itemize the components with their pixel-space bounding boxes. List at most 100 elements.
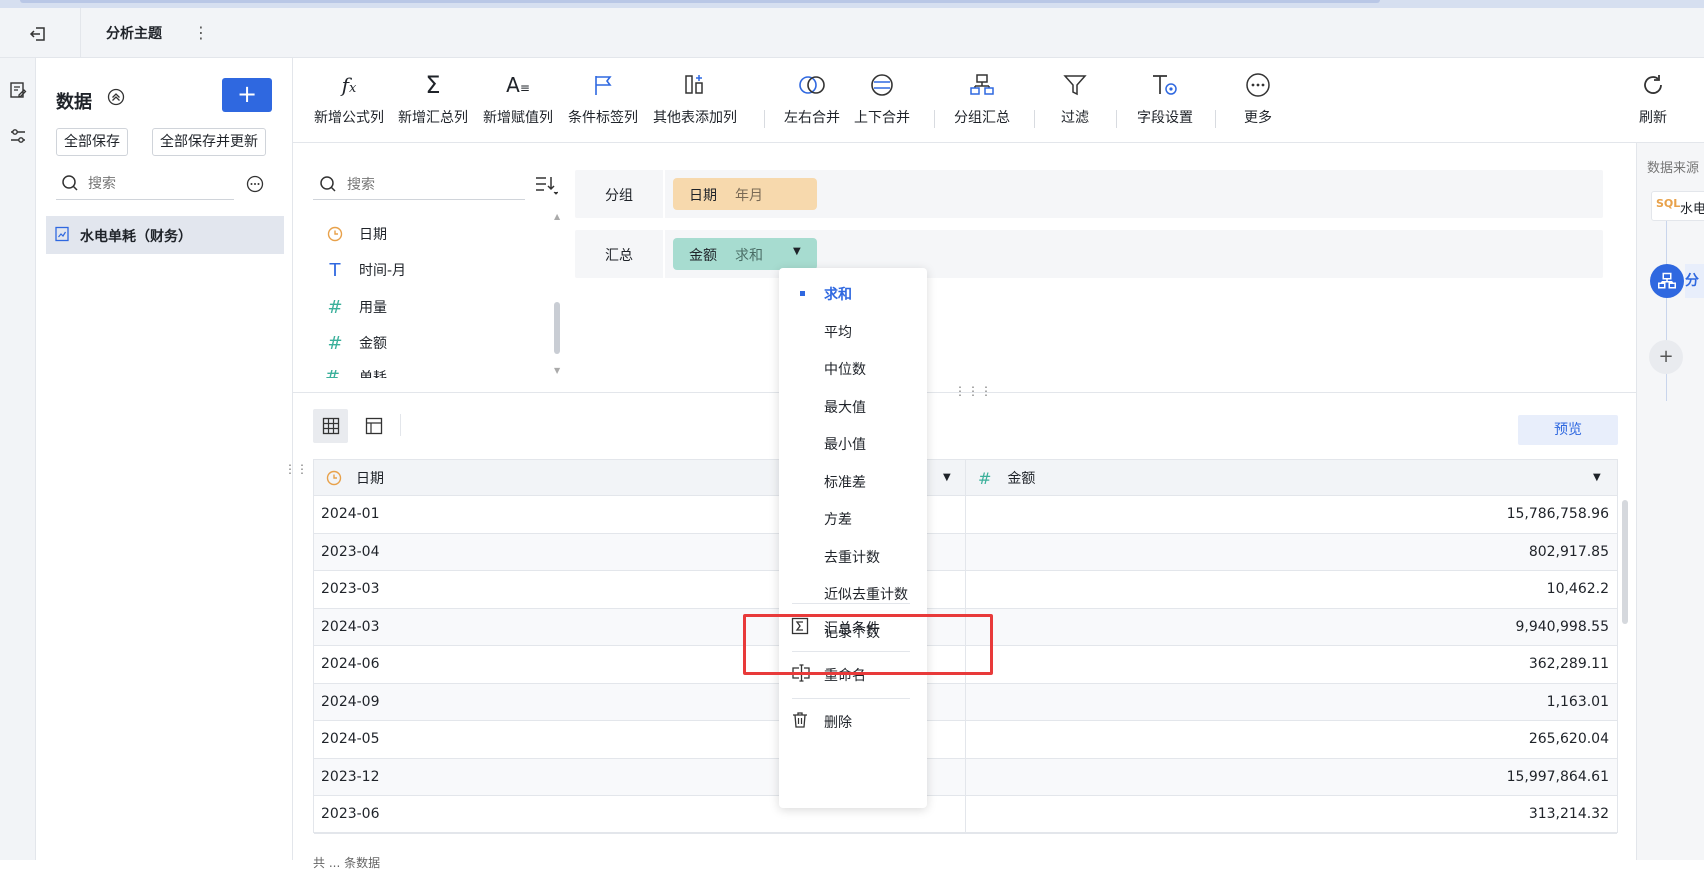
field-item-month[interactable]: T 时间-月 [325,255,407,285]
cell-date: 2024-05 [321,731,380,747]
field-settings-button[interactable]: 字段设置 [1137,70,1193,130]
merge-vertical-button[interactable]: 上下合并 [854,70,910,130]
row-divider [663,170,665,218]
menu-item-action[interactable]: 删除 [779,706,927,736]
tool-label: 刷新 [1639,110,1667,126]
menu-item-label: 删除 [824,715,852,731]
menu-divider [792,698,910,699]
field-search-input[interactable] [347,173,507,195]
cell-amount: 15,786,758.96 [1506,506,1609,522]
text-type-icon: T [329,259,341,281]
flow-line [1666,221,1667,401]
add-data-button[interactable]: + [222,78,272,112]
pivot-view-button[interactable] [356,409,391,443]
data-source-panel: 数据来源 SQL 水电 分 + [1636,143,1704,860]
save-all-update-button[interactable]: 全部保存并更新 [152,128,266,156]
cell-date: 2024-06 [321,656,380,672]
tool-label: 左右合并 [784,110,840,126]
more-button[interactable]: 更多 [1243,70,1273,130]
more-options-icon[interactable] [246,175,264,193]
cell-amount: 802,917.85 [1528,543,1609,560]
menu-item-action[interactable]: 重命名 [779,659,927,689]
data-source-item[interactable]: SQL 水电 [1651,191,1704,221]
save-all-button[interactable]: 全部保存 [56,128,128,156]
summary-config-row: 汇总 金额 求和 ▼ [575,230,1603,278]
cell-amount: 362,289.11 [1528,656,1609,672]
cell-date: 2024-09 [321,693,380,710]
back-icon[interactable] [26,22,50,46]
caret-down-icon[interactable]: ▼ [943,472,951,483]
drag-handle-icon[interactable]: ⋮⋮⋮ [954,384,992,398]
menu-item-aggregation[interactable]: 标准差 [779,466,927,496]
formula-icon: fx [341,73,357,97]
menu-item-aggregation[interactable]: 平均 [779,316,927,346]
cell-date: 2023-04 [321,543,380,560]
number-type-icon: # [327,332,343,354]
menu-item-aggregation[interactable]: 最小值 [779,428,927,458]
more-vertical-icon[interactable]: ⋮ [193,20,209,44]
add-column-from-other-table-button[interactable]: 其他表添加列 [653,70,737,130]
add-summary-column-button[interactable]: Σ 新增汇总列 [398,70,468,130]
app-header: 分析主题 ⋮ [0,8,1704,58]
condition-tag-column-button[interactable]: 条件标签列 [568,70,638,130]
cell-amount: 1,163.01 [1546,693,1609,710]
merge-horizontal-button[interactable]: 左右合并 [784,70,840,130]
group-step-node[interactable] [1650,264,1684,298]
sort-icon[interactable] [534,173,560,199]
add-column-icon [680,70,710,100]
field-list-scrollbar[interactable]: ▲ ▼ [553,212,561,376]
settings-sliders-icon[interactable] [8,126,28,146]
caret-down-icon[interactable]: ▼ [793,246,801,257]
table-search-input[interactable] [88,172,228,194]
refresh-button[interactable]: 刷新 [1638,70,1668,130]
menu-item-aggregation[interactable]: 去重计数 [779,541,927,571]
menu-item-label: 求和 [824,287,852,303]
toolbar-divider [764,110,765,128]
collapse-up-icon[interactable] [104,85,128,109]
add-step-button[interactable]: + [1649,340,1683,374]
flag-icon [588,70,618,100]
menu-item-aggregation[interactable]: 方差 [779,503,927,533]
table-footer: 共 ... 条数据 [313,856,381,870]
tool-label: 新增公式列 [314,110,384,126]
table-scrollbar[interactable] [1622,500,1628,624]
column-header-date[interactable]: 日期 [326,460,384,496]
table-chart-icon [54,226,72,244]
cell-date: 2023-03 [321,581,380,597]
group-summary-button[interactable]: 分组汇总 [954,70,1010,130]
menu-item-label: 方差 [824,512,852,528]
data-panel-title: 数据 [56,92,92,113]
menu-item-aggregation[interactable]: 中位数 [779,353,927,383]
tool-label: 更多 [1244,110,1272,126]
field-item-date[interactable]: 日期 [325,219,387,249]
field-item-usage[interactable]: # 用量 [325,292,387,322]
drag-handle-icon[interactable]: ⋮⋮ [284,462,308,482]
cell-date: 2024-01 [321,506,380,522]
field-item-clipped[interactable]: # 单耗 [325,370,545,378]
menu-item-aggregation[interactable]: 最大值 [779,391,927,421]
scrollbar-thumb[interactable] [554,302,560,354]
menu-item-aggregation[interactable]: 求和 [779,278,927,308]
chip-granularity: 年月 [735,188,763,204]
menu-item-action[interactable]: 汇总条件 [779,612,927,642]
cell-date: 2024-03 [321,618,380,635]
merge-horizontal-icon [797,70,827,100]
filter-button[interactable]: 过滤 [1060,70,1090,130]
number-type-icon: # [978,468,992,488]
toolbar-divider [934,110,935,128]
summary-field-chip[interactable]: 金额 求和 ▼ [673,238,817,270]
group-field-chip[interactable]: 日期 年月 [673,178,817,210]
add-assign-column-button[interactable]: A≡ 新增赋值列 [483,70,553,130]
data-source-title: 数据来源 [1647,161,1700,176]
group-summary-icon [1658,272,1676,289]
preview-button[interactable]: 预览 [1518,415,1618,445]
table-view-button[interactable] [313,409,348,443]
selected-indicator-icon [800,291,805,296]
column-header-amount[interactable]: # 金额 [978,460,1035,496]
add-formula-column-button[interactable]: fx 新增公式列 [314,70,384,130]
data-table: 日期 ▼ # 金额 ▼ 2024-01 15,786,758.96 2023-04 8… [313,459,1628,834]
field-item-amount[interactable]: # 金额 [325,328,387,358]
table-item[interactable]: 水电单耗（财务） [46,216,284,254]
caret-down-icon[interactable]: ▼ [1593,472,1601,483]
data-edit-icon[interactable] [8,80,28,100]
